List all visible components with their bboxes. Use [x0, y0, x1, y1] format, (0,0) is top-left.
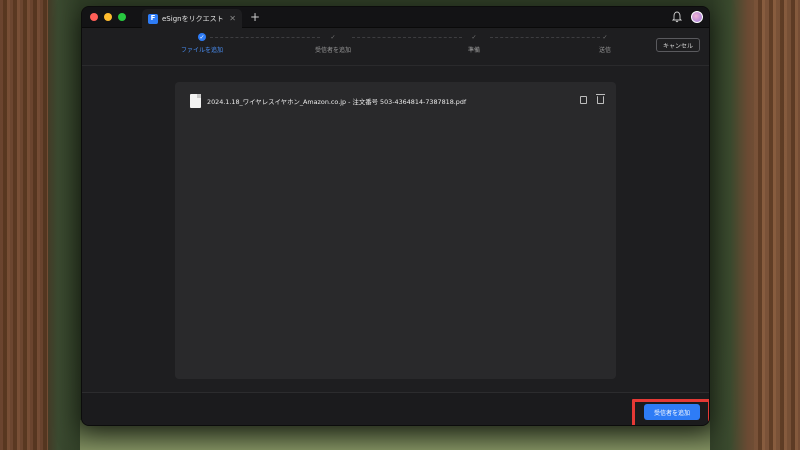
file-actions: [580, 94, 605, 104]
new-tab-button[interactable]: +: [250, 10, 260, 24]
cancel-button[interactable]: キャンセル: [656, 38, 700, 52]
step-send: ✓ 送信: [560, 33, 650, 55]
step-progress-bar: ✓ ファイルを追加 ✓ 受信者を追加 ✓ 準備 ✓ 送信 キャンセル: [82, 28, 709, 66]
zoom-window-button[interactable]: [118, 13, 126, 21]
desktop-tree-trunk-right: [754, 0, 800, 450]
bell-icon[interactable]: [672, 11, 682, 23]
desktop-tree-trunk-left: [0, 0, 48, 450]
main-content: 2024.1.18_ワイヤレスイヤホン_Amazon.co.jp - 注文番号 …: [82, 67, 709, 394]
step-prepare: ✓ 準備: [429, 33, 519, 55]
file-list-item[interactable]: 2024.1.18_ワイヤレスイヤホン_Amazon.co.jp - 注文番号 …: [190, 94, 466, 108]
step-label: 受信者を追加: [314, 47, 351, 54]
tab-label: eSignをリクエスト: [162, 14, 224, 23]
step-label: 準備: [467, 47, 480, 54]
title-bar: F eSignをリクエスト ✕ +: [82, 7, 709, 28]
avatar[interactable]: [691, 11, 703, 23]
window-controls: [90, 13, 126, 21]
step-label: ファイルを追加: [180, 47, 223, 54]
file-list-panel[interactable]: 2024.1.18_ワイヤレスイヤホン_Amazon.co.jp - 注文番号 …: [175, 82, 616, 379]
close-window-button[interactable]: [90, 13, 98, 21]
trash-icon[interactable]: [596, 94, 605, 104]
check-icon: ✓: [330, 33, 336, 41]
step-add-recipients: ✓ 受信者を追加: [288, 33, 378, 55]
pdf-file-icon: [190, 94, 201, 108]
step-add-files: ✓ ファイルを追加: [157, 33, 247, 54]
app-logo-icon: F: [148, 13, 158, 24]
copy-icon[interactable]: [580, 96, 587, 104]
footer-bar: 受信者を追加: [82, 392, 709, 425]
check-icon: ✓: [198, 33, 206, 41]
tab-close-icon[interactable]: ✕: [229, 14, 236, 23]
tab-esign-request[interactable]: F eSignをリクエスト ✕: [142, 9, 242, 28]
app-window: F eSignをリクエスト ✕ + ✓ ファイルを追加 ✓ 受信者を追加 ✓ 準…: [81, 6, 710, 426]
minimize-window-button[interactable]: [104, 13, 112, 21]
check-icon: ✓: [602, 33, 608, 41]
step-label: 送信: [598, 47, 611, 54]
check-icon: ✓: [471, 33, 477, 41]
file-name: 2024.1.18_ワイヤレスイヤホン_Amazon.co.jp - 注文番号 …: [207, 97, 467, 106]
add-recipients-button[interactable]: 受信者を追加: [644, 404, 700, 420]
